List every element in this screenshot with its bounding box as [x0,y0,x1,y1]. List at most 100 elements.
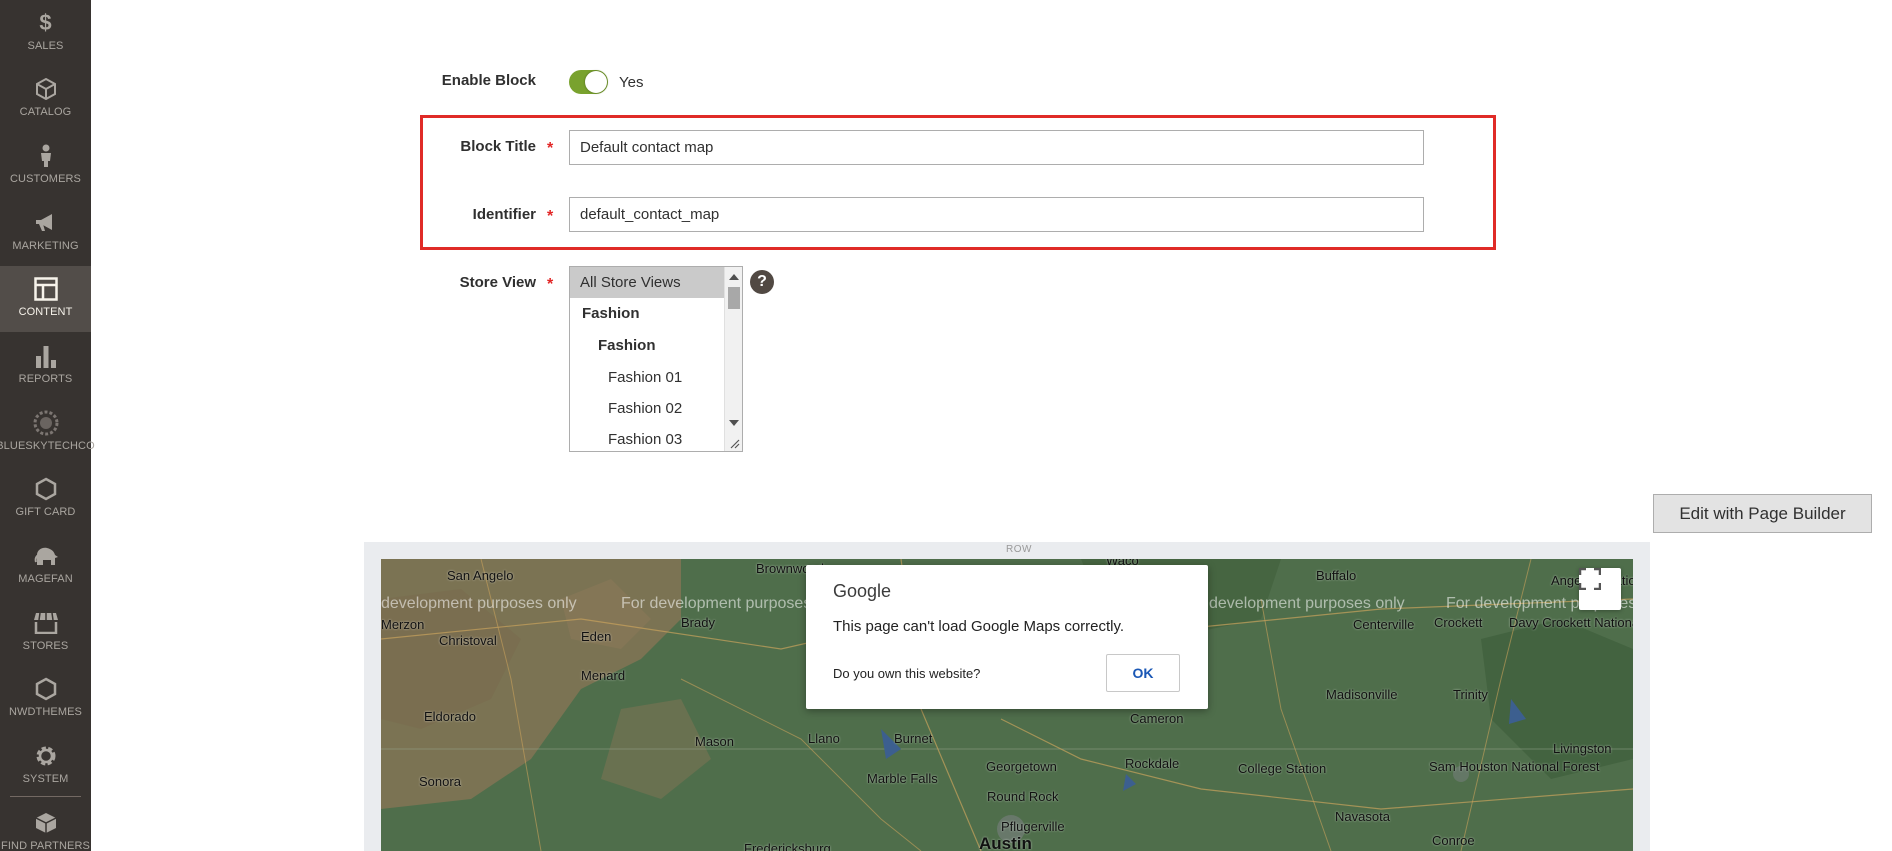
elephant-icon [33,543,59,569]
nav-label: SYSTEM [22,773,69,785]
box-icon [33,810,59,836]
map-city: Georgetown [986,759,1057,774]
scroll-up-icon[interactable] [729,274,739,280]
map-city: Eden [581,629,612,644]
map-city: Brady [681,615,715,630]
identifier-label: Identifier [472,206,536,223]
nav-item-blueskytechco[interactable]: BLUESKYTECHCO [0,400,95,466]
google-logo: Google [833,581,892,601]
store-view-option[interactable]: Fashion [570,298,725,329]
nav-label: STORES [22,640,69,652]
multiselect-scrollbar[interactable] [724,267,742,451]
admin-sidebar: $ SALES CATALOG CUSTOMERS MARKETING CONT… [0,0,95,851]
store-view-option[interactable]: Fashion 02 [570,393,725,424]
gear-icon [33,743,59,769]
person-icon [33,143,59,169]
map-city: Rockdale [1125,756,1180,771]
enable-block-toggle[interactable] [569,70,608,94]
identifier-input[interactable] [569,197,1424,232]
help-icon[interactable]: ? [750,270,774,294]
map-city: Pflugerville [1001,819,1065,834]
nav-label: CATALOG [19,106,72,118]
nav-item-find-partners[interactable]: FIND PARTNERS [0,800,91,851]
ok-button[interactable]: OK [1106,654,1180,692]
map-city: Mason [695,734,735,749]
toggle-knob [585,71,607,93]
map-city: College Station [1238,761,1327,776]
nav-item-catalog[interactable]: CATALOG [0,66,91,132]
nav-label: GIFT CARD [15,506,76,518]
nav-label: MAGEFAN [18,573,73,585]
map-city: Davy Crockett National Forest [1509,615,1633,630]
map-city: Christoval [439,633,497,648]
nav-item-content[interactable]: CONTENT [0,266,91,332]
nav-label: CONTENT [18,306,73,318]
map-city: Trinity [1453,687,1488,702]
store-view-option[interactable]: Fashion [570,330,725,361]
required-mark: * [547,276,554,293]
nav-item-nwdthemes[interactable]: NWDTHEMES [0,666,91,732]
required-mark: * [547,208,554,225]
map-city: Navasota [1335,809,1390,824]
gear-logo-icon [33,410,59,436]
store-view-option[interactable]: Fashion 03 [570,424,725,451]
storefront-icon [33,610,59,636]
store-view-multiselect[interactable]: All Store Views Fashion Fashion Fashion … [569,266,743,452]
nav-item-customers[interactable]: CUSTOMERS [0,133,91,199]
map-city: Sonora [419,774,461,789]
megaphone-icon [33,210,59,236]
fullscreen-icon [1579,568,1601,590]
map-city: Buffalo [1316,568,1357,583]
nav-label: MARKETING [12,240,79,252]
bar-chart-icon [33,343,59,369]
own-website-question: Do you own this website? [833,666,981,681]
scroll-down-icon[interactable] [729,420,739,426]
fullscreen-button[interactable] [1579,568,1621,610]
hexagon-icon [33,476,59,502]
map-city: Fredericksburg [744,841,831,851]
nav-label: NWDTHEMES [8,706,82,718]
cube-icon [33,76,59,102]
map-city: Crockett [1434,615,1483,630]
edit-with-page-builder-button[interactable]: Edit with Page Builder [1653,494,1872,533]
nav-item-marketing[interactable]: MARKETING [0,200,91,266]
store-view-option[interactable]: All Store Views [570,267,725,298]
map-city: Madisonville [1326,687,1398,702]
map-city: Conroe [1432,833,1475,848]
nav-item-sales[interactable]: $ SALES [0,0,91,66]
map-watermark: development purposes only [381,595,577,612]
block-title-input[interactable] [569,130,1424,165]
map-city: Round Rock [987,789,1059,804]
map-city: Austin [979,834,1032,851]
map-city: Centerville [1353,617,1415,632]
hexagon-icon [33,676,59,702]
map-city: Eldorado [424,709,477,724]
row-label: ROW [1006,544,1032,555]
nav-item-gift-card[interactable]: GIFT CARD [0,466,91,532]
dollar-icon: $ [39,10,52,35]
google-maps-error-dialog: Google This page can't load Google Maps … [806,565,1208,709]
map-city: Llano [808,731,840,746]
nav-item-reports[interactable]: REPORTS [0,333,91,399]
required-mark: * [547,140,554,157]
nav-item-magefan[interactable]: MAGEFAN [0,533,91,599]
scroll-thumb[interactable] [728,287,740,309]
map-city: Merzon [381,617,425,632]
nav-item-system[interactable]: SYSTEM [0,733,91,799]
map-city: Cameron [1130,711,1184,726]
nav-label: FIND PARTNERS [1,840,90,851]
layout-icon [33,276,59,302]
nav-label: REPORTS [18,373,73,385]
store-view-option[interactable]: Fashion 01 [570,362,725,393]
nav-divider [10,796,81,797]
maps-error-message: This page can't load Google Maps correct… [833,618,1125,635]
map-city: San Angelo [447,568,514,583]
resize-grip-icon[interactable] [728,437,740,449]
nav-label: SALES [27,40,64,52]
nav-label: BLUESKYTECHCO [0,440,95,452]
enable-block-value: Yes [619,74,644,91]
nav-item-stores[interactable]: STORES [0,600,91,666]
block-title-label: Block Title [460,138,536,155]
store-view-label: Store View [459,274,536,291]
map-city: Burnet [894,731,933,746]
